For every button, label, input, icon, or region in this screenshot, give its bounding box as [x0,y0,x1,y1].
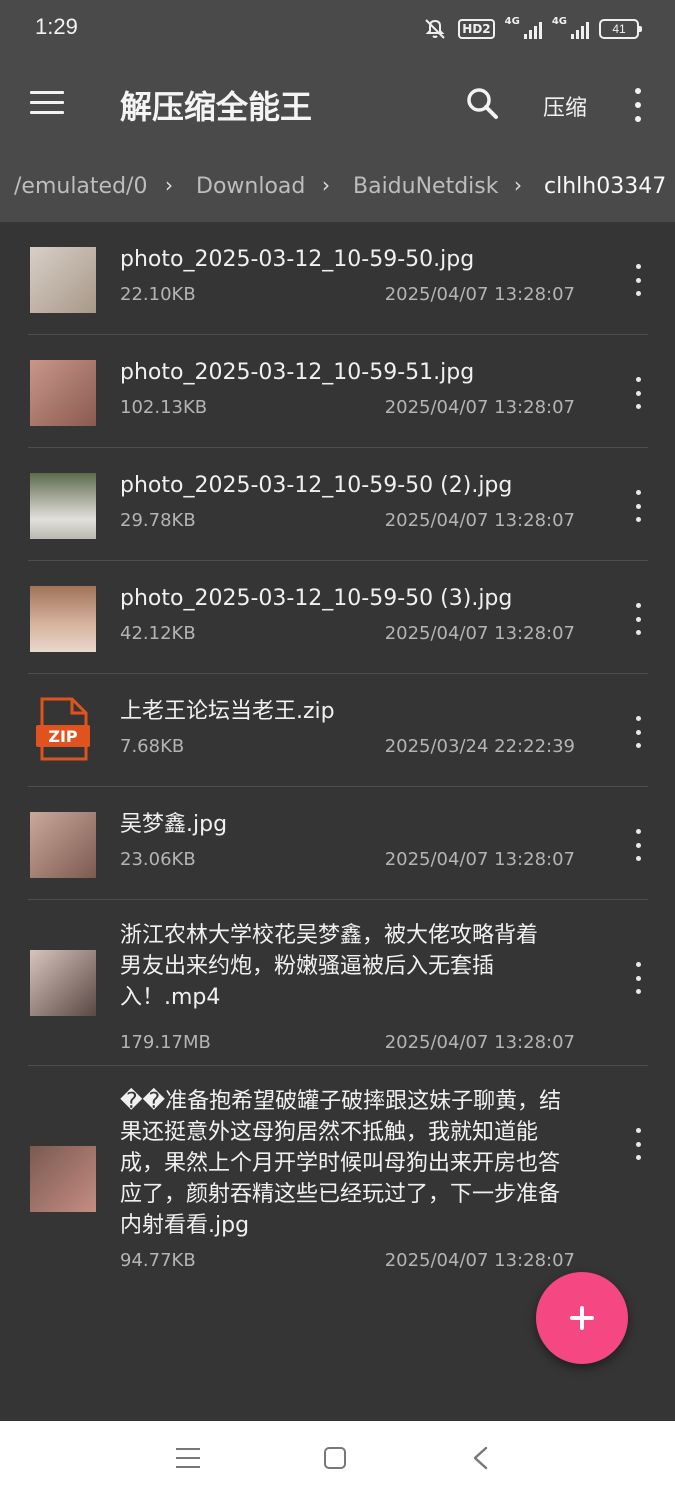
file-size: 102.13KB [120,397,208,418]
image-thumbnail [30,1146,96,1212]
file-size: 94.77KB [120,1250,196,1271]
file-name: photo_2025-03-12_10-59-50 (2).jpg [120,473,513,498]
image-thumbnail [30,812,96,878]
breadcrumb-item-current[interactable]: clhlh03347 [544,174,666,199]
network-type-1: 4G [504,16,520,27]
video-thumbnail [30,950,96,1016]
chevron-right-icon: › [165,173,173,197]
more-vert-icon[interactable] [628,1128,648,1160]
file-size: 7.68KB [120,736,185,757]
file-row[interactable]: photo_2025-03-12_10-59-50.jpg 22.10KB 20… [0,222,675,335]
battery-icon: 41 [599,19,642,39]
file-size: 29.78KB [120,510,196,531]
file-row[interactable]: ZIP 上老王论坛当老王.zip 7.68KB 2025/03/24 22:22… [0,674,675,787]
search-icon[interactable] [465,86,499,120]
svg-text:ZIP: ZIP [48,727,78,746]
home-icon[interactable] [324,1447,346,1469]
file-name: ��准备抱希望破罐子破摔跟这妹子聊黄，结果还挺意外这母狗居然不抵触，我就知道能成… [120,1089,562,1238]
more-vert-icon[interactable] [628,962,648,994]
recent-apps-icon[interactable] [176,1448,200,1468]
image-thumbnail [30,360,96,426]
chevron-right-icon: › [322,173,330,197]
signal-icon-1 [523,19,542,39]
file-row[interactable]: ��准备抱希望破罐子破摔跟这妹子聊黄，结果还挺意外这母狗居然不抵触，我就知道能成… [0,1066,675,1291]
breadcrumb-item-download[interactable]: Download [196,174,305,199]
more-vert-icon[interactable] [628,829,648,861]
plus-icon [580,1306,584,1330]
file-size: 23.06KB [120,849,196,870]
back-icon[interactable] [470,1445,492,1471]
zip-file-icon: ZIP [36,697,90,761]
network-type-2: 4G [551,16,567,27]
hd-voice-icon: HD2 [458,19,495,39]
menu-icon[interactable] [30,91,64,117]
file-name: 浙江农林大学校花吴梦鑫，被大佬攻略背着 男友出来约炮，粉嫩骚逼被后入无套插入！.… [120,923,539,1010]
app-title: 解压缩全能王 [120,88,313,126]
file-name: 吴梦鑫.jpg [120,812,228,837]
breadcrumb: /emulated/0 › Download › BaiduNetdisk › … [0,150,675,222]
system-nav-bar [0,1421,675,1500]
file-row[interactable]: photo_2025-03-12_10-59-50 (2).jpg 29.78K… [0,448,675,561]
image-thumbnail [30,586,96,652]
file-size: 42.12KB [120,623,196,644]
more-vert-icon[interactable] [628,264,648,296]
file-date: 2025/04/07 13:28:07 [384,510,575,531]
file-name: 上老王论坛当老王.zip [120,699,335,724]
file-date: 2025/04/07 13:28:07 [384,1032,575,1053]
more-vert-icon[interactable] [628,88,648,122]
file-name: photo_2025-03-12_10-59-51.jpg [120,360,475,385]
file-date: 2025/04/07 13:28:07 [384,849,575,870]
file-date: 2025/04/07 13:28:07 [384,1250,575,1271]
file-row[interactable]: 吴梦鑫.jpg 23.06KB 2025/04/07 13:28:07 [0,787,675,900]
mute-icon [425,19,446,39]
more-vert-icon[interactable] [628,716,648,748]
file-row[interactable]: 浙江农林大学校花吴梦鑫，被大佬攻略背着 男友出来约炮，粉嫩骚逼被后入无套插入！.… [0,900,675,1066]
image-thumbnail [30,247,96,313]
file-size: 22.10KB [120,284,196,305]
file-date: 2025/03/24 22:22:39 [384,736,575,757]
breadcrumb-item-emulated[interactable]: /emulated/0 [14,174,147,199]
signal-icon-2 [571,19,589,39]
more-vert-icon[interactable] [628,377,648,409]
image-thumbnail [30,473,96,539]
breadcrumb-item-baidunetdisk[interactable]: BaiduNetdisk [353,174,499,199]
more-vert-icon[interactable] [628,490,648,522]
compress-button[interactable]: 压缩 [543,90,587,122]
file-name: photo_2025-03-12_10-59-50 (3).jpg [120,586,513,611]
add-fab-button[interactable] [536,1272,628,1364]
file-date: 2025/04/07 13:28:07 [384,397,575,418]
app-toolbar: 解压缩全能王 压缩 [0,58,675,150]
file-row[interactable]: photo_2025-03-12_10-59-51.jpg 102.13KB 2… [0,335,675,448]
file-date: 2025/04/07 13:28:07 [384,623,575,644]
more-vert-icon[interactable] [628,603,648,635]
file-name: photo_2025-03-12_10-59-50.jpg [120,247,475,272]
status-icons: HD2 4G 4G 41 [422,16,642,42]
file-size: 179.17MB [120,1032,211,1053]
status-time: 1:29 [35,14,78,39]
status-bar: 1:29 HD2 4G 4G 41 [0,0,675,58]
file-date: 2025/04/07 13:28:07 [384,284,575,305]
file-row[interactable]: photo_2025-03-12_10-59-50 (3).jpg 42.12K… [0,561,675,674]
chevron-right-icon: › [514,173,522,197]
